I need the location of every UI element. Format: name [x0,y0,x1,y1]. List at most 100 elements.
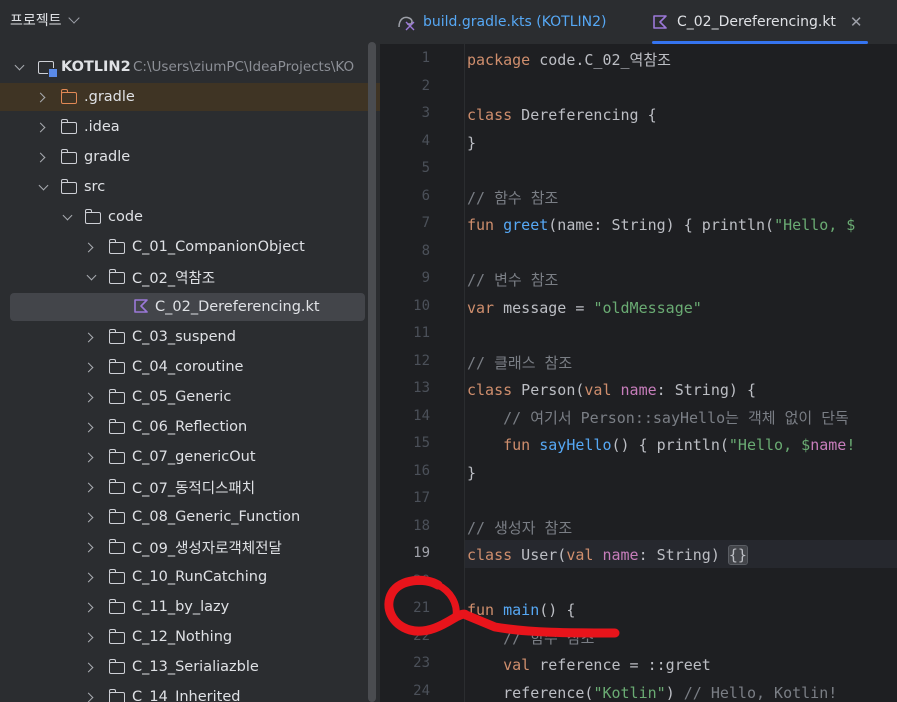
chevron-right-icon[interactable] [83,362,94,372]
code-line-14: // 여기서 Person::sayHello는 객체 없이 단독 [467,408,897,428]
code-line-10: var message = "oldMessage" [467,298,702,318]
chevron-right-icon[interactable] [83,512,94,522]
line-number: 24 [413,683,430,699]
code-line-9: // 변수 참조 [467,271,559,289]
chevron-down-icon[interactable] [38,180,49,191]
tree-item-dereferencing-kt[interactable]: C_02_Dereferencing.kt [0,293,380,321]
code-text: ) [665,684,684,702]
chevron-right-icon[interactable] [35,92,46,102]
line-number: 2 [421,78,430,94]
tree-item-c03[interactable]: C_03_suspend [0,323,380,351]
tree-item-c11[interactable]: C_11_by_lazy [0,593,380,621]
chevron-right-icon[interactable] [83,602,94,612]
folder-icon [108,539,125,554]
code-text: code.C_02_역참조 [530,51,671,69]
string-literal: "Hello, $ [774,216,856,234]
tree-item-idea[interactable]: .idea [0,113,380,141]
folder-icon [108,659,125,674]
tree-item-label: C_07_동적디스패치 [132,480,256,497]
code-text: () { println( [611,436,729,454]
project-view-selector[interactable]: 프로젝트 [10,6,80,34]
folder-icon [108,599,125,614]
tab-dereferencing-kt[interactable]: C_02_Dereferencing.kt ✕ [653,0,863,44]
tree-item-c01[interactable]: C_01_CompanionObject [0,233,380,261]
code-line-24: reference("Kotlin") // Hello, Kotlin! [467,683,837,702]
folder-icon [108,629,125,644]
tree-item-c10[interactable]: C_10_RunCatching [0,563,380,591]
tree-item-label: .gradle [84,89,135,105]
string-literal: "oldMessage" [593,299,702,317]
close-icon[interactable]: ✕ [850,13,863,31]
folder-icon [60,89,77,104]
chevron-right-icon[interactable] [35,122,46,132]
comment-text: // Hello, Kotlin! [683,684,838,702]
code-line-18: // 생성자 참조 [467,519,573,537]
tree-item-c14[interactable]: C_14_Inherited [0,683,380,702]
code-text: reference( [467,684,594,702]
code-line-3: class Dereferencing { [467,105,657,125]
chevron-down-icon[interactable] [14,60,25,71]
line-number: 10 [413,298,430,314]
tree-item-gradle[interactable]: gradle [0,143,380,171]
chevron-right-icon[interactable] [83,332,94,342]
folder-icon [108,509,125,524]
tree-item-src[interactable]: src [0,173,380,201]
chevron-right-icon[interactable] [83,572,94,582]
folder-icon [108,419,125,434]
chevron-right-icon[interactable] [83,482,94,492]
tree-root-kotlin2[interactable]: KOTLIN2 C:\Users\ziumPC\IdeaProjects\KO [0,53,380,81]
tree-item-c13[interactable]: C_13_Serialiazble [0,653,380,681]
tree-item-c12[interactable]: C_12_Nothing [0,623,380,651]
keyword: fun [503,436,531,454]
chevron-right-icon[interactable] [83,542,94,552]
chevron-right-icon[interactable] [83,242,94,252]
line-number: 13 [413,380,430,396]
tree-item-gradle-hidden[interactable]: .gradle [0,83,380,111]
tree-item-label: C_03_suspend [132,329,236,345]
chevron-right-icon[interactable] [83,692,94,702]
tree-item-c08[interactable]: C_08_Generic_Function [0,503,380,531]
line-number: 5 [421,160,430,176]
keyword: package [467,51,531,69]
tree-item-c04[interactable]: C_04_coroutine [0,353,380,381]
project-icon [38,61,58,78]
tree-item-label: C_08_Generic_Function [132,509,301,525]
tree-item-label: C_01_CompanionObject [132,239,305,255]
property-name: name [620,381,657,399]
tree-item-c06[interactable]: C_06_Reflection [0,413,380,441]
project-path: C:\Users\ziumPC\IdeaProjects\KO [133,59,355,75]
chevron-right-icon[interactable] [83,662,94,672]
chevron-down-icon[interactable] [86,270,97,281]
folder-icon [108,689,125,702]
comment-text: // 여기서 Person::sayHello는 객체 없이 단독 [467,409,849,427]
function-name: sayHello [539,436,612,454]
tree-item-label: gradle [84,149,131,165]
tab-build-gradle[interactable]: build.gradle.kts (KOTLIN2) [397,0,607,44]
folder-icon [84,209,101,224]
folder-icon [108,449,125,464]
keyword: val [584,381,612,399]
tab-label: build.gradle.kts (KOTLIN2) [423,14,607,30]
tree-item-c07-generic-out[interactable]: C_07_genericOut [0,443,380,471]
chevron-right-icon[interactable] [83,392,94,402]
chevron-right-icon[interactable] [83,422,94,432]
project-panel: 프로젝트 KOTLIN2 C:\Users\ziumPC\IdeaProject… [0,0,380,702]
line-number: 18 [413,518,430,534]
kotlin-file-icon [653,15,667,29]
property-name: name [810,436,847,454]
chevron-right-icon[interactable] [35,152,46,162]
line-number: 4 [421,133,430,149]
tree-item-c07-dispatch[interactable]: C_07_동적디스패치 [0,473,380,501]
keyword: var [467,299,495,317]
chevron-down-icon[interactable] [62,210,73,221]
tree-item-c02[interactable]: C_02_역참조 [0,263,380,291]
tab-label: C_02_Dereferencing.kt [677,14,836,30]
sidebar-scrollbar[interactable] [368,42,376,702]
tree-item-c05[interactable]: C_05_Generic [0,383,380,411]
tree-item-c09[interactable]: C_09_생성자로객체전달 [0,533,380,561]
tree-item-label: src [84,179,106,195]
chevron-right-icon[interactable] [83,452,94,462]
tree-item-code[interactable]: code [0,203,380,231]
chevron-right-icon[interactable] [83,632,94,642]
keyword: fun [467,216,495,234]
